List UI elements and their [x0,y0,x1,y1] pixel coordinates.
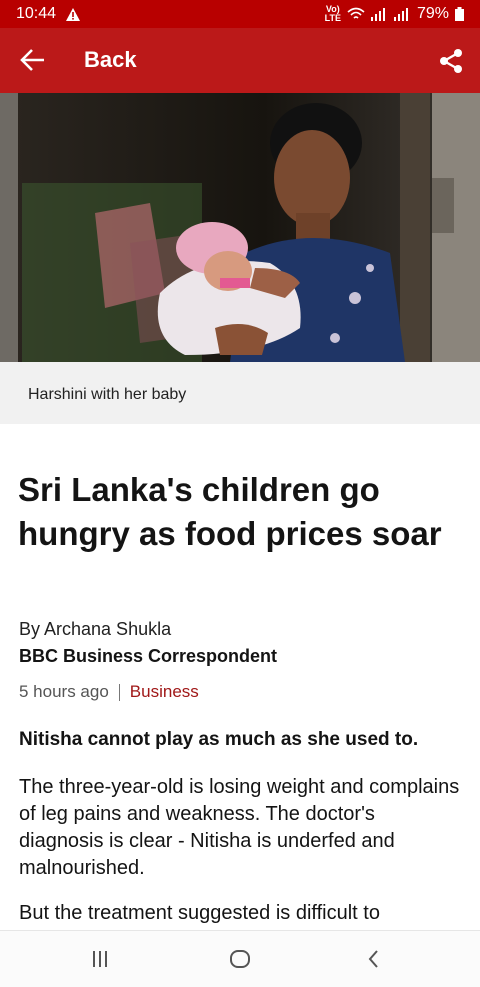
article-author: By Archana Shukla [19,619,172,639]
publish-time: 5 hours ago [19,682,109,701]
app-bar: Back [0,28,480,93]
wifi-icon [347,7,365,19]
home-icon[interactable] [228,947,252,971]
signal-icon-2 [393,8,408,21]
back-arrow-icon[interactable] [20,48,46,72]
share-icon[interactable] [438,48,464,74]
recent-apps-icon[interactable] [88,947,112,971]
topic-link[interactable]: Business [130,682,199,702]
article-hero-image[interactable] [0,93,480,362]
article-headline: Sri Lanka's children go hungry as food p… [18,471,442,552]
battery-icon [455,7,464,21]
image-caption: Harshini with her baby [0,362,480,424]
battery-percent: 79% [416,5,449,22]
author-role: BBC Business Correspondent [19,646,278,666]
system-nav-bar [0,930,480,987]
volte-indicator: Vo) LTE [324,4,341,23]
meta-divider [118,683,120,701]
hero-photo [0,93,480,362]
status-time: 10:44 [16,5,57,22]
article-paragraph: The three-year-old is losing weight and … [19,776,460,879]
article-paragraph-2: But the treatment suggested is difficult… [19,902,380,924]
status-left: 10:44 [16,5,81,23]
signal-icon [370,8,385,21]
alert-icon [66,7,81,21]
article-meta: 5 hours ago Business [19,682,199,702]
back-button[interactable]: Back [84,47,137,73]
status-right: Vo) LTE 79% [325,5,464,23]
article-lead: Nitisha cannot play as much as she used … [19,729,419,750]
status-bar: 10:44 Vo) LTE 79% [0,0,480,28]
back-nav-icon[interactable] [362,947,386,971]
